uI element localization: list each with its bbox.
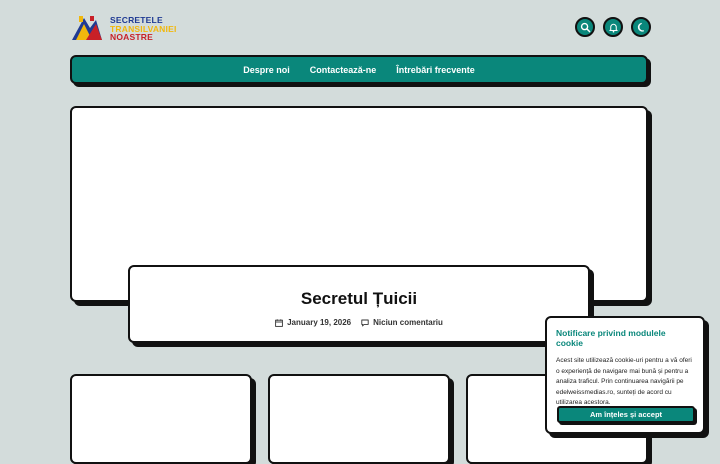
notifications-button[interactable] bbox=[603, 17, 623, 37]
moon-icon bbox=[637, 22, 644, 32]
nav-item-contact[interactable]: Contactează-ne bbox=[310, 65, 377, 75]
nav-item-despre-noi[interactable]: Despre noi bbox=[243, 65, 290, 75]
post-date: January 19, 2026 bbox=[275, 318, 351, 327]
post-meta: January 19, 2026 Niciun comentariu bbox=[130, 318, 588, 327]
post-card-1[interactable] bbox=[70, 374, 252, 464]
featured-post-card: Secretul Țuicii January 19, 2026 Niciun … bbox=[128, 265, 590, 343]
site-logo[interactable]: SECRETELE TRANSILVANIEI NOASTRE bbox=[70, 14, 180, 44]
post-comments-text: Niciun comentariu bbox=[373, 318, 443, 327]
search-button[interactable] bbox=[575, 17, 595, 37]
post-card-2[interactable] bbox=[268, 374, 450, 464]
accept-cookies-button[interactable]: Am înțeles și accept bbox=[557, 406, 695, 423]
cookie-text: Acest site utilizează cookie-uri pentru … bbox=[556, 357, 692, 406]
cookie-notice: Notificare privind modulele cookie Acest… bbox=[545, 316, 705, 434]
logo-mark-icon bbox=[72, 16, 102, 40]
bell-icon bbox=[608, 23, 618, 33]
post-comments[interactable]: Niciun comentariu bbox=[361, 318, 443, 327]
main-navigation: Despre noi Contactează-ne Întrebări frec… bbox=[70, 55, 648, 84]
calendar-icon bbox=[275, 318, 283, 327]
logo-text: SECRETELE TRANSILVANIEI NOASTRE bbox=[110, 16, 177, 42]
post-title[interactable]: Secretul Țuicii bbox=[130, 289, 588, 309]
post-date-text: January 19, 2026 bbox=[287, 318, 352, 327]
logo-line-3: NOASTRE bbox=[110, 32, 153, 42]
nav-item-faq[interactable]: Întrebări frecvente bbox=[396, 65, 475, 75]
search-icon bbox=[580, 22, 590, 32]
comment-icon bbox=[361, 319, 369, 326]
dark-mode-toggle[interactable] bbox=[631, 17, 651, 37]
cookie-title: Notificare privind modulele cookie bbox=[556, 328, 666, 348]
